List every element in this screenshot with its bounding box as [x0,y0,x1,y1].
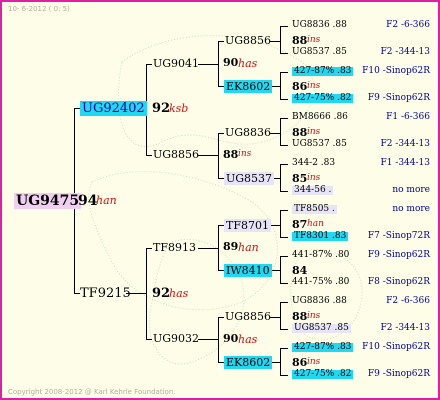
gen2-tag-3: han [238,241,259,254]
gen3-score-1: 88 [292,34,308,47]
gen4-name-11[interactable]: 441-87% .80 [292,251,349,260]
gen4-name-8[interactable]: 344-56 . [292,186,334,195]
gen3-name-2[interactable]: EK8602 [224,80,273,93]
gen2-tag-1: has [238,57,258,70]
gen4-info-1: F2 -6-366 [386,20,430,30]
gen4-name-12[interactable]: 441-75% .80 [292,278,349,287]
gen4-name-10[interactable]: TF8301 .83 [292,232,349,241]
gen2-score-2: 88 [223,148,239,161]
gen3-name-3[interactable]: UG8836 [225,127,271,138]
gen1-sire-name[interactable]: UG92402 [80,101,147,116]
gen3-score-6: 84 [292,264,308,277]
gen4-info-2: F2 -344-13 [380,47,430,57]
gen2-name-4[interactable]: UG9032 [153,333,199,344]
gen2-score-1: 90 [223,56,239,69]
gen4-name-15[interactable]: 427-87% .83 [292,343,354,352]
gen3-name-8[interactable]: EK8602 [224,356,273,369]
gen1-dam-name[interactable]: TF9215 [80,287,131,300]
gen3-tag-8: ins [307,357,321,367]
gen4-name-13[interactable]: UG8836 .88 [292,297,347,306]
gen2-name-3[interactable]: TF8913 [153,242,196,253]
gen4-info-10: F7 -Sinop72R [367,231,430,241]
gen4-name-7[interactable]: 344-2 .83 [292,159,335,168]
gen4-info-7: F1 -344-13 [380,158,430,168]
date-header: 10- 6-2012 ( 0: 5) [8,5,70,13]
gen4-info-12: F8 -Sinop62R [367,277,430,287]
gen4-name-9[interactable]: TF8505 . [292,205,337,214]
gen3-name-1[interactable]: UG8856 [225,35,271,46]
gen3-tag-2: ins [307,81,321,91]
gen4-name-5[interactable]: BM8666 .86 [292,113,348,122]
gen3-score-2: 86 [292,80,308,93]
gen1-sire-tag: ksb [169,102,189,115]
gen4-info-4: F9 -Sinop62R [367,93,430,103]
gen2-tag-2: ins [238,149,252,159]
gen3-tag-1: ins [307,35,321,45]
gen3-score-8: 86 [292,356,308,369]
gen4-name-2[interactable]: UG8537 .85 [292,48,347,57]
gen4-info-11: F9 -Sinop62R [367,250,430,260]
root-tag: han [96,194,117,207]
gen2-name-2[interactable]: UG8856 [153,149,199,160]
gen4-name-4[interactable]: 427-75% .82 [292,94,354,103]
gen2-tag-4: has [238,333,258,346]
gen3-name-4[interactable]: UG8537 [224,172,275,185]
copyright-footer: Copyright 2008-2012 @ Karl Kehrle Founda… [8,388,176,396]
gen3-name-6[interactable]: IW8410 [224,264,272,277]
gen4-name-6[interactable]: UG8537 .85 [292,140,347,149]
gen3-tag-7: ins [307,311,321,321]
root-score: 94 [78,193,98,209]
gen1-dam-tag: has [169,287,189,300]
gen3-score-4: 85 [292,172,308,185]
gen3-score-7: 88 [292,310,308,323]
gen1-sire-score: 92 [152,101,171,116]
gen4-name-1[interactable]: UG8836 .88 [292,21,347,30]
gen4-info-6: F2 -344-13 [380,139,430,149]
gen4-info-15: F10 -Sinop62R [362,342,430,352]
gen4-info-16: F9 -Sinop62R [367,369,430,379]
gen4-info-13: F2 -6-366 [386,296,430,306]
gen4-info-5: F1 -6-366 [386,112,430,122]
gen4-name-16[interactable]: 427-75% .82 [292,370,354,379]
gen3-score-3: 88 [292,126,308,139]
gen4-name-3[interactable]: 427-87% .83 [292,67,354,76]
gen3-score-5: 87 [292,218,308,231]
gen4-info-9: no more [392,204,430,214]
gen2-name-1[interactable]: UG9041 [153,58,199,69]
gen4-info-3: F10 -Sinop62R [362,66,430,76]
gen3-tag-4: ins [307,173,321,183]
gen4-name-14[interactable]: UG8537 .85 [292,324,351,333]
pedigree-frame: 10- 6-2012 ( 0: 5) Copyright 2008-2012 @… [0,0,440,400]
gen2-score-4: 90 [223,332,239,345]
gen3-tag-5: han [307,219,324,229]
gen3-name-7[interactable]: UG8856 [225,311,271,322]
gen4-info-14: F2 -344-13 [380,323,430,333]
gen2-score-3: 89 [223,240,239,253]
gen3-tag-3: ins [307,127,321,137]
root-name[interactable]: UG9475 [14,193,82,209]
gen4-info-8: no more [392,185,430,195]
gen3-name-5[interactable]: TF8701 [224,219,271,232]
gen1-dam-score: 92 [152,286,171,301]
